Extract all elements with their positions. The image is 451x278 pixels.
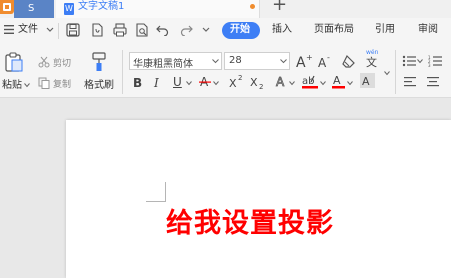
phonetic-guide-char: 文 bbox=[366, 56, 377, 69]
phonetic-guide-button[interactable]: wén 文 bbox=[364, 49, 386, 73]
cut-icon[interactable] bbox=[38, 56, 50, 68]
clear-format-icon[interactable] bbox=[342, 54, 356, 68]
document-tab[interactable]: W 文字文稿1 bbox=[56, 0, 260, 18]
export-pdf-icon[interactable] bbox=[90, 23, 104, 37]
font-color-icon[interactable]: A bbox=[332, 73, 346, 90]
subscript-icon[interactable]: X2 bbox=[250, 74, 266, 90]
copy-icon[interactable] bbox=[38, 77, 50, 89]
align-center-icon[interactable] bbox=[427, 77, 439, 87]
svg-text:X: X bbox=[229, 77, 237, 89]
save-icon[interactable] bbox=[66, 23, 80, 37]
svg-text:A: A bbox=[333, 74, 341, 87]
svg-text:+: + bbox=[306, 53, 312, 62]
unsaved-dot-icon bbox=[250, 4, 255, 9]
font-size-chevron-icon[interactable] bbox=[280, 59, 287, 64]
tab-review[interactable]: 审阅 bbox=[418, 24, 438, 36]
svg-text:3: 3 bbox=[428, 63, 431, 67]
app-logo-icon bbox=[0, 0, 14, 14]
phonetic-guide-pinyin: wén bbox=[366, 49, 379, 56]
underline-chevron-icon[interactable] bbox=[186, 81, 192, 86]
format-painter-button[interactable]: 格式刷 bbox=[84, 80, 114, 92]
menu-bar: 文件 开始 插入 页面布局 引用 审阅 bbox=[0, 18, 451, 44]
undo-icon[interactable] bbox=[156, 24, 169, 36]
file-menu-chevron-icon[interactable] bbox=[46, 27, 54, 33]
align-left-icon[interactable] bbox=[404, 77, 416, 87]
ribbon: 粘贴 剪切 复制 格式刷 华康粗黑简体 28 A + A- wén 文 1 2 … bbox=[0, 44, 451, 98]
margin-corner-mark bbox=[146, 182, 166, 202]
print-preview-icon[interactable] bbox=[135, 23, 149, 37]
svg-text:A: A bbox=[318, 56, 327, 70]
tab-bar: S W 文字文稿1 + bbox=[0, 0, 451, 18]
tab-references[interactable]: 引用 bbox=[375, 24, 395, 36]
bullet-list-icon[interactable] bbox=[402, 55, 416, 67]
document-workspace: 给我设置投影 bbox=[0, 98, 451, 278]
superscript-icon[interactable]: X2 bbox=[229, 74, 245, 89]
svg-text:A: A bbox=[296, 55, 306, 69]
font-color-chevron-icon[interactable] bbox=[347, 81, 353, 86]
bold-button[interactable]: B bbox=[133, 76, 142, 90]
quick-access-chevron-icon[interactable] bbox=[202, 27, 210, 33]
svg-text:A: A bbox=[276, 75, 285, 89]
menu-hamburger-icon[interactable] bbox=[4, 25, 14, 34]
cut-button[interactable]: 剪切 bbox=[53, 58, 71, 70]
highlight-icon[interactable]: ab bbox=[302, 73, 318, 90]
tab-page-layout[interactable]: 页面布局 bbox=[314, 24, 354, 36]
font-name-select[interactable]: 华康粗黑简体 bbox=[129, 52, 222, 70]
document-icon: W bbox=[64, 3, 74, 15]
numbered-list-icon[interactable]: 123 bbox=[428, 55, 442, 67]
text-effect-chevron-icon[interactable] bbox=[289, 81, 295, 86]
copy-button[interactable]: 复制 bbox=[53, 79, 71, 91]
paste-button[interactable]: 粘贴 bbox=[2, 80, 22, 92]
grow-font-icon[interactable]: A + bbox=[296, 53, 312, 69]
font-size-value: 28 bbox=[229, 55, 242, 66]
paste-chevron-icon[interactable] bbox=[24, 83, 30, 88]
app-tab-label: S bbox=[28, 3, 35, 14]
character-shading-icon[interactable]: A bbox=[360, 73, 375, 88]
underline-button[interactable]: U bbox=[173, 75, 182, 89]
phonetic-guide-chevron-icon[interactable] bbox=[384, 71, 390, 76]
document-page[interactable]: 给我设置投影 bbox=[66, 120, 451, 278]
svg-text:2: 2 bbox=[238, 74, 242, 82]
svg-text:A: A bbox=[362, 75, 370, 88]
file-menu[interactable]: 文件 bbox=[18, 24, 38, 36]
app-tab[interactable]: S bbox=[14, 0, 54, 18]
svg-text:2: 2 bbox=[259, 83, 263, 90]
tab-home[interactable]: 开始 bbox=[222, 22, 260, 39]
strikethrough-chevron-icon[interactable] bbox=[213, 81, 219, 86]
tab-home-label: 开始 bbox=[230, 24, 250, 35]
format-painter-icon[interactable] bbox=[90, 52, 108, 72]
strikethrough-icon[interactable]: A bbox=[199, 74, 211, 89]
paste-icon[interactable] bbox=[4, 52, 24, 72]
document-text[interactable]: 给我设置投影 bbox=[166, 208, 334, 240]
redo-icon[interactable] bbox=[180, 24, 193, 36]
highlight-chevron-icon[interactable] bbox=[320, 81, 326, 86]
svg-text:-: - bbox=[327, 54, 330, 62]
tab-insert[interactable]: 插入 bbox=[272, 24, 292, 36]
svg-text:X: X bbox=[250, 76, 258, 89]
bullet-list-chevron-icon[interactable] bbox=[417, 59, 423, 64]
print-icon[interactable] bbox=[113, 23, 127, 37]
font-name-value: 华康粗黑简体 bbox=[133, 59, 193, 70]
new-tab-button[interactable]: + bbox=[272, 0, 287, 15]
italic-button[interactable]: I bbox=[154, 76, 159, 90]
shrink-font-icon[interactable]: A- bbox=[318, 54, 334, 70]
font-name-chevron-icon[interactable] bbox=[212, 59, 219, 64]
document-tab-label: 文字文稿1 bbox=[78, 1, 125, 12]
text-effect-icon[interactable]: A bbox=[275, 74, 289, 89]
font-size-select[interactable]: 28 bbox=[224, 52, 290, 70]
